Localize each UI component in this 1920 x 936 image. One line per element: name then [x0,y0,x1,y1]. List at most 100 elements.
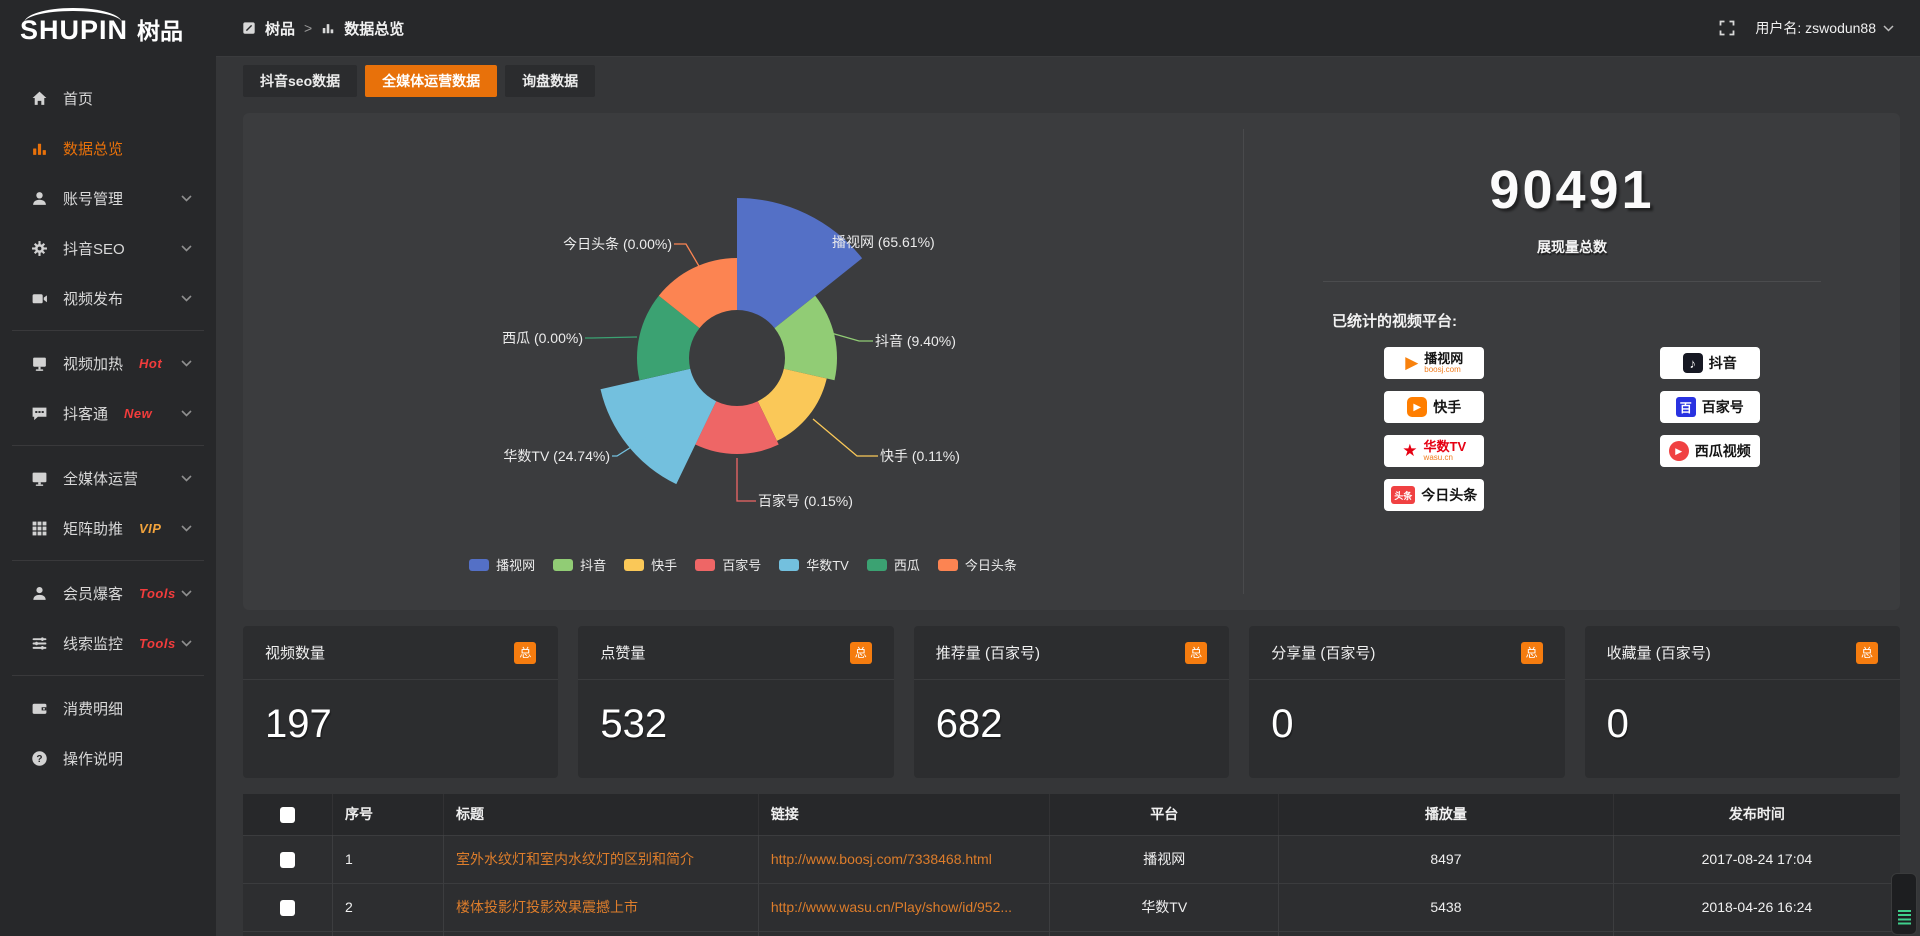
sidebar-badge: Tools [139,586,176,601]
heat-icon [30,354,48,372]
sidebar-item-12[interactable]: ?操作说明 [0,733,216,783]
total-impressions-label: 展现量总数 [1244,237,1900,257]
table-header-row: 序号标题链接平台播放量发布时间 [243,794,1900,835]
select-all-checkbox[interactable] [280,807,295,823]
chevron-down-icon [181,360,192,367]
sidebar-item-label: 抖音SEO [63,238,125,259]
total-badge[interactable]: 总 [514,642,536,664]
total-badge[interactable]: 总 [850,642,872,664]
breadcrumb-page[interactable]: 数据总览 [344,18,404,39]
platform-name: 快手 [1433,397,1461,417]
floating-widget[interactable] [1891,873,1917,935]
total-badge[interactable]: 总 [1185,642,1207,664]
sidebar-item-label: 视频加热 [63,353,123,374]
sidebar-item-4[interactable]: 视频发布 [0,273,216,323]
platform-badge-wasu: ★华数TVwasu.cn [1384,435,1484,467]
sidebar-item-6[interactable]: 抖客通New [0,388,216,438]
stat-card-title: 视频数量 [265,642,325,663]
sidebar-item-3[interactable]: 抖音SEO [0,223,216,273]
total-badge[interactable]: 总 [1856,642,1878,664]
baijiahao-logo-icon: 百 [1676,397,1696,417]
row-checkbox[interactable] [280,900,295,916]
tab-2[interactable]: 询盘数据 [505,65,595,97]
pie-label-line-抖音 [831,333,873,341]
legend-item-今日头条[interactable]: 今日头条 [938,555,1017,574]
summary-panel: 90491 展现量总数 已统计的视频平台: ▶播视网boosj.com♪抖音▶快… [1243,129,1900,594]
pie-label-百家号: 百家号 (0.15%) [758,493,853,509]
chevron-down-icon [181,475,192,482]
main-content: 抖音seo数据全媒体运营数据询盘数据 播视网 (65.61%)抖音 (9.40%… [216,57,1920,936]
sidebar-item-label: 矩阵助推 [63,518,123,539]
sidebar-item-8[interactable]: 矩阵助推 VIP [0,503,216,553]
user-icon [30,189,48,207]
legend-item-百家号[interactable]: 百家号 [695,555,761,574]
chevron-down-icon [1883,25,1894,32]
legend-item-西瓜[interactable]: 西瓜 [867,555,920,574]
top-header: 树品 > 数据总览 用户名: zswodun88 [216,0,1920,57]
pie-label-播视网: 播视网 (65.61%) [832,234,935,250]
platform-name: 播视网 [1424,352,1463,366]
platform-badge-boosj: ▶播视网boosj.com [1384,347,1484,379]
total-badge[interactable]: 总 [1521,642,1543,664]
pie-chart-area: 播视网 (65.61%)抖音 (9.40%)快手 (0.11%)百家号 (0.1… [243,113,1243,610]
user-menu[interactable]: 用户名: zswodun88 [1755,18,1894,38]
pie-label-今日头条: 今日头条 (0.00%) [563,236,672,252]
chart-icon [30,139,48,157]
user2-icon [30,584,48,602]
chevron-down-icon [181,590,192,597]
sidebar-item-2[interactable]: 账号管理 [0,173,216,223]
sidebar-badge: VIP [139,521,161,536]
platform-badges: ▶播视网boosj.com♪抖音▶快手百百家号★华数TVwasu.cn▶西瓜视频… [1296,347,1847,511]
legend-chip [779,559,799,571]
sidebar-item-11[interactable]: 消费明细 [0,683,216,733]
app-logo[interactable]: SHUPIN 树品 [20,12,183,46]
platform-badge-kuaishou: ▶快手 [1384,391,1484,423]
sidebar-item-1[interactable]: 数据总览 [0,123,216,173]
stat-card-value: 197 [243,680,558,747]
sidebar-item-7[interactable]: 全媒体运营 [0,453,216,503]
breadcrumb: 树品 > 数据总览 [242,18,404,39]
legend-item-快手[interactable]: 快手 [624,555,677,574]
legend-label: 西瓜 [894,555,920,574]
platform-name: 百家号 [1702,397,1744,417]
sidebar-item-10[interactable]: 线索监控Tools [0,618,216,668]
column-header-4: 播放量 [1279,794,1614,835]
overview-panel: 播视网 (65.61%)抖音 (9.40%)快手 (0.11%)百家号 (0.1… [243,113,1900,610]
pie-label-line-百家号 [737,458,756,501]
sidebar: 首页数据总览账号管理抖音SEO视频发布视频加热Hot抖客通New全媒体运营矩阵助… [0,57,216,936]
sidebar-item-label: 账号管理 [63,188,123,209]
legend-item-华数TV[interactable]: 华数TV [779,555,849,574]
home-icon [30,89,48,107]
chat-icon [30,404,48,422]
video-title-link[interactable]: 室外水纹灯和室内水纹灯的区别和简介 [456,851,694,867]
stat-card-title: 推荐量 (百家号) [936,642,1040,663]
legend-chip [938,559,958,571]
tab-1[interactable]: 全媒体运营数据 [365,65,497,97]
stat-card-value: 532 [578,680,893,747]
breadcrumb-app[interactable]: 树品 [265,18,295,39]
legend-item-抖音[interactable]: 抖音 [553,555,606,574]
platform-sub: wasu.cn [1424,454,1453,462]
sidebar-item-0[interactable]: 首页 [0,73,216,123]
legend-chip [469,559,489,571]
cell-platform: 播视网 [1050,835,1279,883]
chevron-down-icon [181,410,192,417]
video-title-link[interactable]: 楼体投影灯投影效果震撼上市 [456,899,638,915]
row-checkbox[interactable] [280,852,295,868]
sidebar-item-label: 操作说明 [63,748,123,769]
app-square-icon [242,21,256,35]
platform-badge-douyin: ♪抖音 [1660,347,1760,379]
sidebar-item-5[interactable]: 视频加热Hot [0,338,216,388]
video-url-link[interactable]: http://www.boosj.com/7338468.html [771,851,992,867]
cell-no: 2 [332,883,443,931]
tab-0[interactable]: 抖音seo数据 [243,65,357,97]
video-url-link[interactable]: http://www.wasu.cn/Play/show/id/952... [771,899,1012,915]
pie-slice-华数TV[interactable] [601,369,717,484]
chevron-down-icon [181,295,192,302]
fullscreen-icon[interactable] [1719,20,1735,36]
sidebar-divider [12,445,204,446]
legend-item-播视网[interactable]: 播视网 [469,555,535,574]
xigua-logo-icon: ▶ [1669,441,1689,461]
stat-card-value: 0 [1585,680,1900,747]
sidebar-item-9[interactable]: 会员爆客Tools [0,568,216,618]
